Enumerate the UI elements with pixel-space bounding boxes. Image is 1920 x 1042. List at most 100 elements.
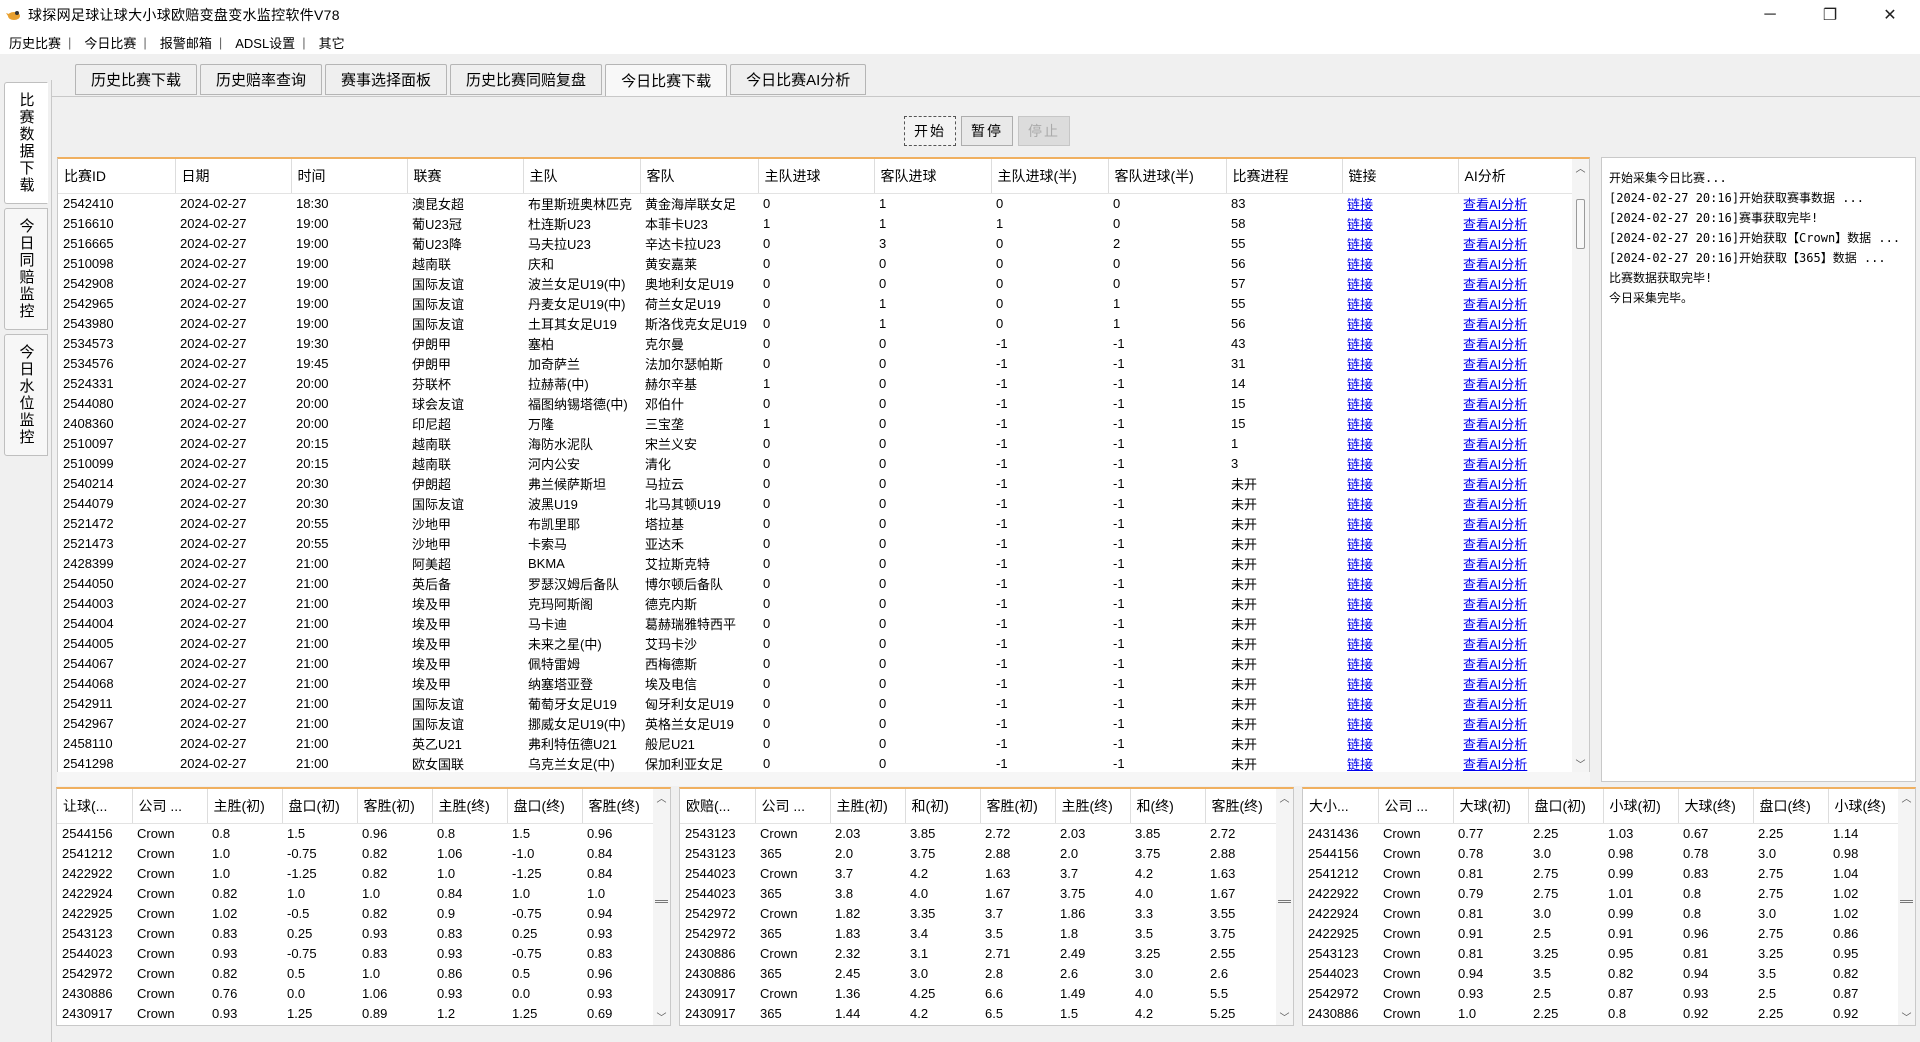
table-row[interactable]: 2544023 Crown 3.7 4.2 1.63 3.7 4.2 1.63 (680, 863, 1278, 883)
table-row[interactable]: 2430917 Crown 0.93 1.25 0.89 1.2 1.25 0.69 (57, 1003, 655, 1023)
handicap-table-scrollbar[interactable]: ︿ ﹀ (653, 789, 670, 1025)
column-header[interactable]: 比赛进程 (1226, 159, 1343, 194)
table-row[interactable]: 2428399 2024-02-27 21:00 阿美超 BKMA 艾拉斯克特 0 0 -1 -1… (58, 553, 1574, 573)
table-row[interactable]: 2430886 Crown 2.32 3.1 2.71 2.49 3.25 2.55 (680, 943, 1278, 963)
match-link[interactable]: 链接 (1342, 733, 1458, 753)
table-row[interactable]: 2540214 2024-02-27 20:30 伊朗超 弗兰候萨斯坦 马拉云 0 0 -1 -1… (58, 473, 1574, 493)
ai-analysis-link[interactable]: 查看AI分析 (1458, 753, 1574, 772)
column-header[interactable]: 公司 ... (132, 789, 208, 824)
match-link[interactable]: 链接 (1342, 673, 1458, 693)
column-header[interactable]: 客胜(终) (1205, 789, 1279, 824)
ai-analysis-link[interactable]: 查看AI分析 (1458, 273, 1574, 293)
ai-analysis-link[interactable]: 查看AI分析 (1458, 313, 1574, 333)
table-row[interactable]: 2430886 Crown 0.76 0.0 1.06 0.93 0.0 0.93 (57, 983, 655, 1003)
table-row[interactable]: 2408360 2024-02-27 20:00 印尼超 万隆 三宝垄 1 0 -1 -1 15 链接… (58, 413, 1574, 433)
table-row[interactable]: 2521473 2024-02-27 20:55 沙地甲 卡索马 亚达禾 0 0 -1 -1 未开 链… (58, 533, 1574, 553)
column-header[interactable]: 客队进球(半) (1108, 159, 1227, 194)
ai-analysis-link[interactable]: 查看AI分析 (1458, 213, 1574, 233)
scroll-grip[interactable] (1900, 900, 1913, 903)
table-row[interactable]: 2542972 Crown 1.82 3.35 3.7 1.86 3.3 3.55 (680, 903, 1278, 923)
table-row[interactable]: 2543123 Crown 0.81 3.25 0.95 0.81 3.25 0.95 (1303, 943, 1900, 963)
scroll-down-icon[interactable]: ﹀ (1898, 1008, 1915, 1025)
table-row[interactable]: 2544079 2024-02-27 20:30 国际友谊 波黑U19 北马其顿U19 0 0… (58, 493, 1574, 513)
maximize-button[interactable]: ❐ (1800, 0, 1860, 30)
table-row[interactable]: 2430886 365 2.45 3.0 2.8 2.6 3.0 2.6 (680, 963, 1278, 983)
table-row[interactable]: 2510097 2024-02-27 20:15 越南联 海防水泥队 宋兰义安 0 0 -1 -1… (58, 433, 1574, 453)
match-link[interactable]: 链接 (1342, 533, 1458, 553)
ai-analysis-link[interactable]: 查看AI分析 (1458, 493, 1574, 513)
column-header[interactable]: 主胜(初) (830, 789, 906, 824)
match-link[interactable]: 链接 (1342, 453, 1458, 473)
match-link[interactable]: 链接 (1342, 273, 1458, 293)
ai-analysis-link[interactable]: 查看AI分析 (1458, 433, 1574, 453)
table-row[interactable]: 2544023 Crown 0.93 -0.75 0.83 0.93 -0.75 0.83 (57, 943, 655, 963)
table-row[interactable]: 2542410 2024-02-27 18:30 澳昆女超 布里斯班奥林匹克 黄金海岸联女… (58, 193, 1574, 213)
scroll-grip[interactable] (655, 900, 668, 903)
column-header[interactable]: 和(终) (1130, 789, 1206, 824)
menu-history[interactable]: 历史比赛 (6, 33, 64, 52)
column-header[interactable]: 盘口(终) (1753, 789, 1829, 824)
column-header[interactable]: 主胜(终) (432, 789, 508, 824)
menu-other[interactable]: 其它 (316, 33, 348, 52)
column-header[interactable]: AI分析 (1458, 159, 1575, 194)
match-link[interactable]: 链接 (1342, 393, 1458, 413)
ai-analysis-link[interactable]: 查看AI分析 (1458, 393, 1574, 413)
table-row[interactable]: 2542967 2024-02-27 21:00 国际友谊 挪威女足U19(中) 英格兰女… (58, 713, 1574, 733)
match-link[interactable]: 链接 (1342, 693, 1458, 713)
scroll-up-icon[interactable]: ︿ (1276, 789, 1293, 806)
ai-analysis-link[interactable]: 查看AI分析 (1458, 633, 1574, 653)
euro-table-scrollbar[interactable]: ︿ ﹀ (1276, 789, 1293, 1025)
table-row[interactable]: 2544156 Crown 0.8 1.5 0.96 0.8 1.5 0.96 (57, 823, 655, 843)
handicap-table[interactable]: 让球(... 公司 ... 主胜(初) 盘口(初) 客胜(初) 主胜(终) 盘口(终) 客胜(… (56, 787, 671, 1026)
column-header[interactable]: 客胜(初) (980, 789, 1056, 824)
table-row[interactable]: 2542972 365 1.83 3.4 3.5 1.8 3.5 3.75 (680, 923, 1278, 943)
match-link[interactable]: 链接 (1342, 593, 1458, 613)
ai-analysis-link[interactable]: 查看AI分析 (1458, 593, 1574, 613)
table-row[interactable]: 2544023 Crown 0.94 3.5 0.82 0.94 3.5 0.82 (1303, 963, 1900, 983)
table-row[interactable]: 2458110 2024-02-27 21:00 英乙U21 弗利特伍德U21 般尼U21… (58, 733, 1574, 753)
table-row[interactable]: 2544080 2024-02-27 20:00 球会友谊 福图纳锡塔德(中) 邓伯什 0 0… (58, 393, 1574, 413)
scroll-thumb[interactable] (1576, 199, 1585, 249)
column-header[interactable]: 联赛 (407, 159, 524, 194)
table-row[interactable]: 2542911 2024-02-27 21:00 国际友谊 葡萄牙女足U19 匈牙利女足U… (58, 693, 1574, 713)
column-header[interactable]: 欧赔(... (680, 789, 756, 824)
scroll-up-icon[interactable]: ︿ (1572, 159, 1589, 176)
column-header[interactable]: 客队 (640, 159, 759, 194)
column-header[interactable]: 大球(初) (1453, 789, 1529, 824)
scroll-down-icon[interactable]: ﹀ (1572, 755, 1589, 772)
sidetab-water-monitor[interactable]: 今日水位监控 (4, 334, 48, 456)
ou-table-scrollbar[interactable]: ︿ ﹀ (1898, 789, 1915, 1025)
column-header[interactable]: 主队进球 (758, 159, 875, 194)
table-row[interactable]: 2543123 365 2.0 3.75 2.88 2.0 3.75 2.88 (680, 843, 1278, 863)
table-row[interactable]: 2516665 2024-02-27 19:00 葡U23降 马夫拉U23 辛达卡拉U23… (58, 233, 1574, 253)
column-header[interactable]: 主胜(终) (1055, 789, 1131, 824)
match-link[interactable]: 链接 (1342, 213, 1458, 233)
match-link[interactable]: 链接 (1342, 473, 1458, 493)
ai-analysis-link[interactable]: 查看AI分析 (1458, 333, 1574, 353)
ai-analysis-link[interactable]: 查看AI分析 (1458, 253, 1574, 273)
table-row[interactable]: 2544003 2024-02-27 21:00 埃及甲 克玛阿斯阁 德克内斯 0 0 -1 -1… (58, 593, 1574, 613)
table-row[interactable]: 2534573 2024-02-27 19:30 伊朗甲 塞柏 克尔曼 0 0 -1 -1 43 链接… (58, 333, 1574, 353)
match-link[interactable]: 链接 (1342, 353, 1458, 373)
tab-history-odds[interactable]: 历史赔率查询 (200, 64, 323, 95)
column-header[interactable]: 让球(... (57, 789, 133, 824)
scroll-up-icon[interactable]: ︿ (653, 789, 670, 806)
ai-analysis-link[interactable]: 查看AI分析 (1458, 713, 1574, 733)
euro-odds-table[interactable]: 欧赔(... 公司 ... 主胜(初) 和(初) 客胜(初) 主胜(终) 和(终) 客胜(终)… (679, 787, 1294, 1026)
match-link[interactable]: 链接 (1342, 753, 1458, 772)
table-row[interactable]: 2544068 2024-02-27 21:00 埃及甲 纳塞塔亚登 埃及电信 0 0 -1 -1… (58, 673, 1574, 693)
table-row[interactable]: 2544156 Crown 0.78 3.0 0.98 0.78 3.0 0.98 (1303, 843, 1900, 863)
scroll-grip[interactable] (1278, 900, 1291, 903)
ai-analysis-link[interactable]: 查看AI分析 (1458, 473, 1574, 493)
match-link[interactable]: 链接 (1342, 613, 1458, 633)
table-row[interactable]: 2422924 Crown 0.82 1.0 1.0 0.84 1.0 1.0 (57, 883, 655, 903)
table-row[interactable]: 2430917 Crown 1.36 4.25 6.6 1.49 4.0 5.5 (680, 983, 1278, 1003)
table-row[interactable]: 2543123 Crown 2.03 3.85 2.72 2.03 3.85 2.72 (680, 823, 1278, 843)
sidetab-match-download[interactable]: 比赛数据下载 (4, 82, 48, 204)
table-row[interactable]: 2422922 Crown 1.0 -1.25 0.82 1.0 -1.25 0.84 (57, 863, 655, 883)
match-table-hscroll[interactable] (57, 772, 1590, 786)
match-link[interactable]: 链接 (1342, 513, 1458, 533)
match-link[interactable]: 链接 (1342, 633, 1458, 653)
close-button[interactable]: ✕ (1860, 0, 1920, 30)
match-link[interactable]: 链接 (1342, 253, 1458, 273)
